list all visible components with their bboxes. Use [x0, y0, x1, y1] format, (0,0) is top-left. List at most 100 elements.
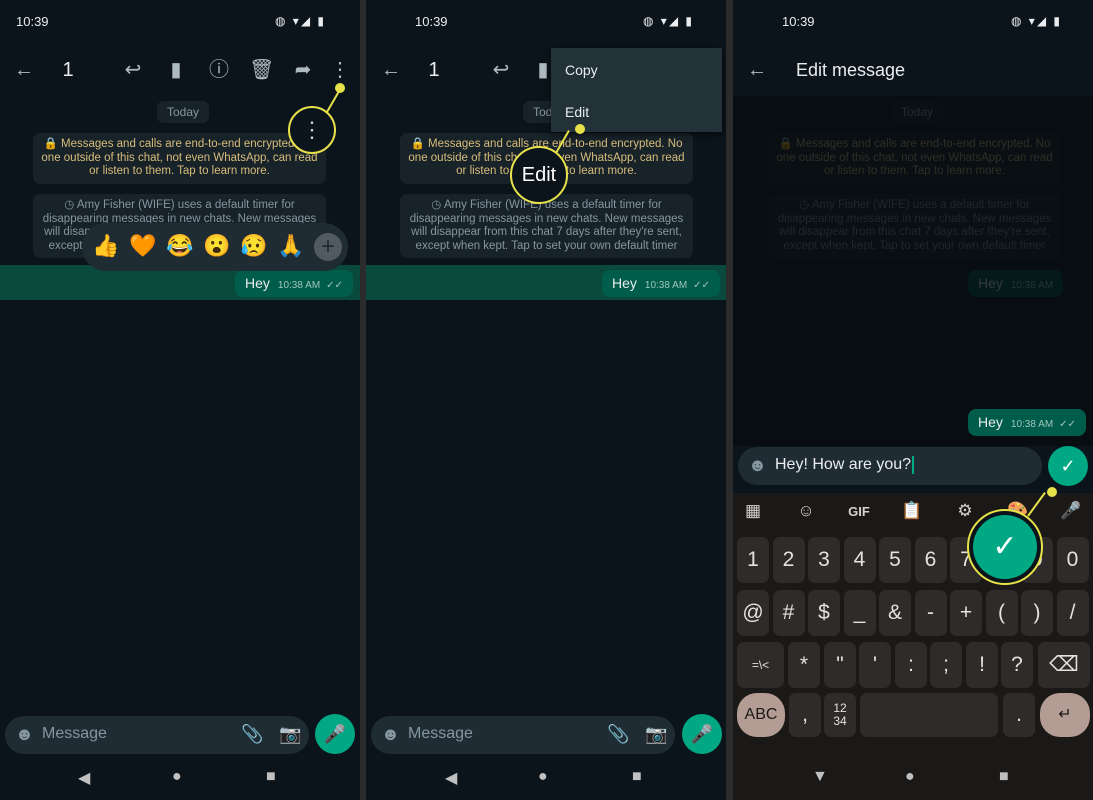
key[interactable]: 3 [808, 537, 840, 583]
message-time: 10:38 AM [1010, 419, 1054, 430]
key[interactable]: 6 [914, 537, 947, 583]
key[interactable]: =\< [737, 642, 784, 688]
nav-home-icon[interactable]: ● [538, 768, 548, 786]
key[interactable]: . [1003, 693, 1035, 737]
nav-home-icon[interactable]: ● [905, 768, 915, 786]
reply-icon[interactable]: ↩ [489, 58, 513, 82]
back-arrow-icon[interactable]: ← [12, 58, 36, 82]
key[interactable]: ABC [737, 693, 785, 737]
more-vert-icon[interactable]: ⋮ [328, 58, 352, 82]
pray-reaction[interactable]: 🙏 [277, 233, 304, 259]
clipboard-icon[interactable]: 📋 [897, 501, 927, 521]
delete-icon[interactable]: 🗑 [249, 58, 274, 82]
nav-home-icon[interactable]: ● [172, 768, 182, 786]
message-bubble[interactable]: Hey 10:38 AM ✓✓ [235, 270, 353, 297]
key[interactable]: ; [930, 642, 962, 688]
message-time: 10:38 AM [277, 280, 321, 291]
nav-recents-icon[interactable]: ■ [999, 768, 1009, 786]
star-bookmark-icon[interactable]: ▮ [164, 58, 188, 82]
heart-reaction[interactable]: 🧡 [129, 233, 156, 259]
key[interactable]: # [772, 590, 805, 636]
status-icons: ◍ ▾◢ ▮ [643, 14, 694, 28]
callout-edit: Edit [510, 146, 568, 204]
mic-button[interactable]: 🎤 [682, 714, 722, 754]
voice-mic-icon[interactable]: 🎤 [1056, 501, 1086, 521]
menu-item-copy[interactable]: Copy [565, 62, 598, 78]
emoji-icon[interactable]: ☻ [748, 455, 767, 476]
emoji-icon[interactable]: ☻ [381, 724, 400, 745]
nav-recents-icon[interactable]: ■ [266, 768, 276, 786]
callout-dot [335, 83, 345, 93]
mic-button[interactable]: 🎤 [315, 714, 355, 754]
edit-input-value: Hey! How are you? [775, 456, 915, 474]
camera-icon[interactable]: 📷 [279, 724, 301, 745]
backspace-key[interactable]: ⌫ [1038, 642, 1090, 688]
status-time: 10:39 [16, 14, 49, 29]
screen-edit-message: 10:39 ◍ ▾◢ ▮ ← Edit message Today 🔒 Mess… [733, 0, 1093, 800]
timer-notice[interactable]: ◷ Amy Fisher (WIFE) uses a default timer… [400, 194, 693, 258]
key[interactable]: / [1056, 590, 1089, 636]
message-bubble: Hey 10:38 AM ✓✓ [968, 409, 1086, 436]
sticker-icon[interactable]: ☺ [791, 501, 821, 521]
key[interactable]: _ [843, 590, 876, 636]
back-arrow-icon[interactable]: ← [745, 58, 769, 82]
key[interactable]: ? [1001, 642, 1033, 688]
key[interactable]: 12 34 [824, 693, 856, 737]
key[interactable]: & [879, 590, 911, 636]
space-key[interactable] [860, 693, 998, 737]
key[interactable]: 1 [737, 537, 769, 583]
settings-gear-icon[interactable]: ⚙ [950, 501, 980, 521]
back-arrow-icon[interactable]: ← [379, 58, 403, 82]
read-ticks-icon: ✓✓ [1059, 419, 1076, 430]
key[interactable]: @ [737, 590, 769, 636]
gif-button[interactable]: GIF [844, 504, 874, 519]
confirm-edit-button[interactable]: ✓ [1048, 446, 1088, 486]
sad-reaction[interactable]: 😥 [240, 233, 267, 259]
emoji-icon[interactable]: ☻ [15, 724, 34, 745]
thumbs-up-reaction[interactable]: 👍 [92, 233, 119, 259]
key[interactable]: $ [808, 590, 840, 636]
nav-back-icon[interactable]: ▼ [812, 768, 828, 786]
callout-more-icon: ⋮ [288, 106, 336, 154]
message-input[interactable]: ☻ Message 📎 📷 [371, 716, 675, 754]
camera-icon[interactable]: 📷 [645, 724, 667, 745]
key[interactable]: 4 [843, 537, 876, 583]
key[interactable]: 0 [1056, 537, 1089, 583]
menu-item-edit[interactable]: Edit [565, 104, 589, 120]
key[interactable]: : [895, 642, 927, 688]
key[interactable]: ( [985, 590, 1018, 636]
enter-key[interactable]: ↵ [1040, 693, 1090, 737]
callout-confirm: ✓ [967, 509, 1043, 585]
screen-select-message: 10:39 ◍ ▾◢ ▮ ← 1 ↩ ▮ ⓘ 🗑 ➦ ⋮ Today 🔒 Mes… [0, 0, 360, 800]
laughing-reaction[interactable]: 😂 [166, 233, 193, 259]
key[interactable]: " [824, 642, 856, 688]
key[interactable]: ) [1021, 590, 1053, 636]
nav-back-icon[interactable]: ◀ [78, 768, 90, 788]
apps-grid-icon[interactable]: ▦ [738, 501, 768, 521]
forward-icon[interactable]: ➦ [291, 58, 315, 82]
key[interactable]: - [914, 590, 947, 636]
message-bubble[interactable]: Hey 10:38 AM ✓✓ [602, 270, 720, 297]
status-time: 10:39 [782, 14, 815, 29]
surprised-reaction[interactable]: 😮 [203, 233, 230, 259]
encryption-notice[interactable]: 🔒 Messages and calls are end-to-end encr… [33, 133, 326, 184]
nav-back-icon[interactable]: ◀ [445, 768, 457, 788]
key[interactable]: 5 [879, 537, 911, 583]
message-input[interactable]: ☻ Message 📎 📷 [5, 716, 309, 754]
attach-icon[interactable]: 📎 [241, 724, 263, 745]
key[interactable]: * [788, 642, 820, 688]
reply-icon[interactable]: ↩ [121, 58, 145, 82]
callout-dot [1047, 487, 1057, 497]
status-time: 10:39 [415, 14, 448, 29]
key[interactable]: 2 [772, 537, 805, 583]
nav-recents-icon[interactable]: ■ [632, 768, 642, 786]
attach-icon[interactable]: 📎 [607, 724, 629, 745]
key[interactable]: ' [859, 642, 891, 688]
key[interactable]: + [950, 590, 982, 636]
key[interactable]: ! [966, 642, 998, 688]
add-reaction-reaction[interactable]: + [314, 233, 342, 261]
edit-message-input[interactable]: ☻ Hey! How are you? [738, 447, 1042, 485]
info-icon[interactable]: ⓘ [207, 58, 231, 82]
dim-overlay [733, 96, 1093, 446]
key[interactable]: , [789, 693, 821, 737]
